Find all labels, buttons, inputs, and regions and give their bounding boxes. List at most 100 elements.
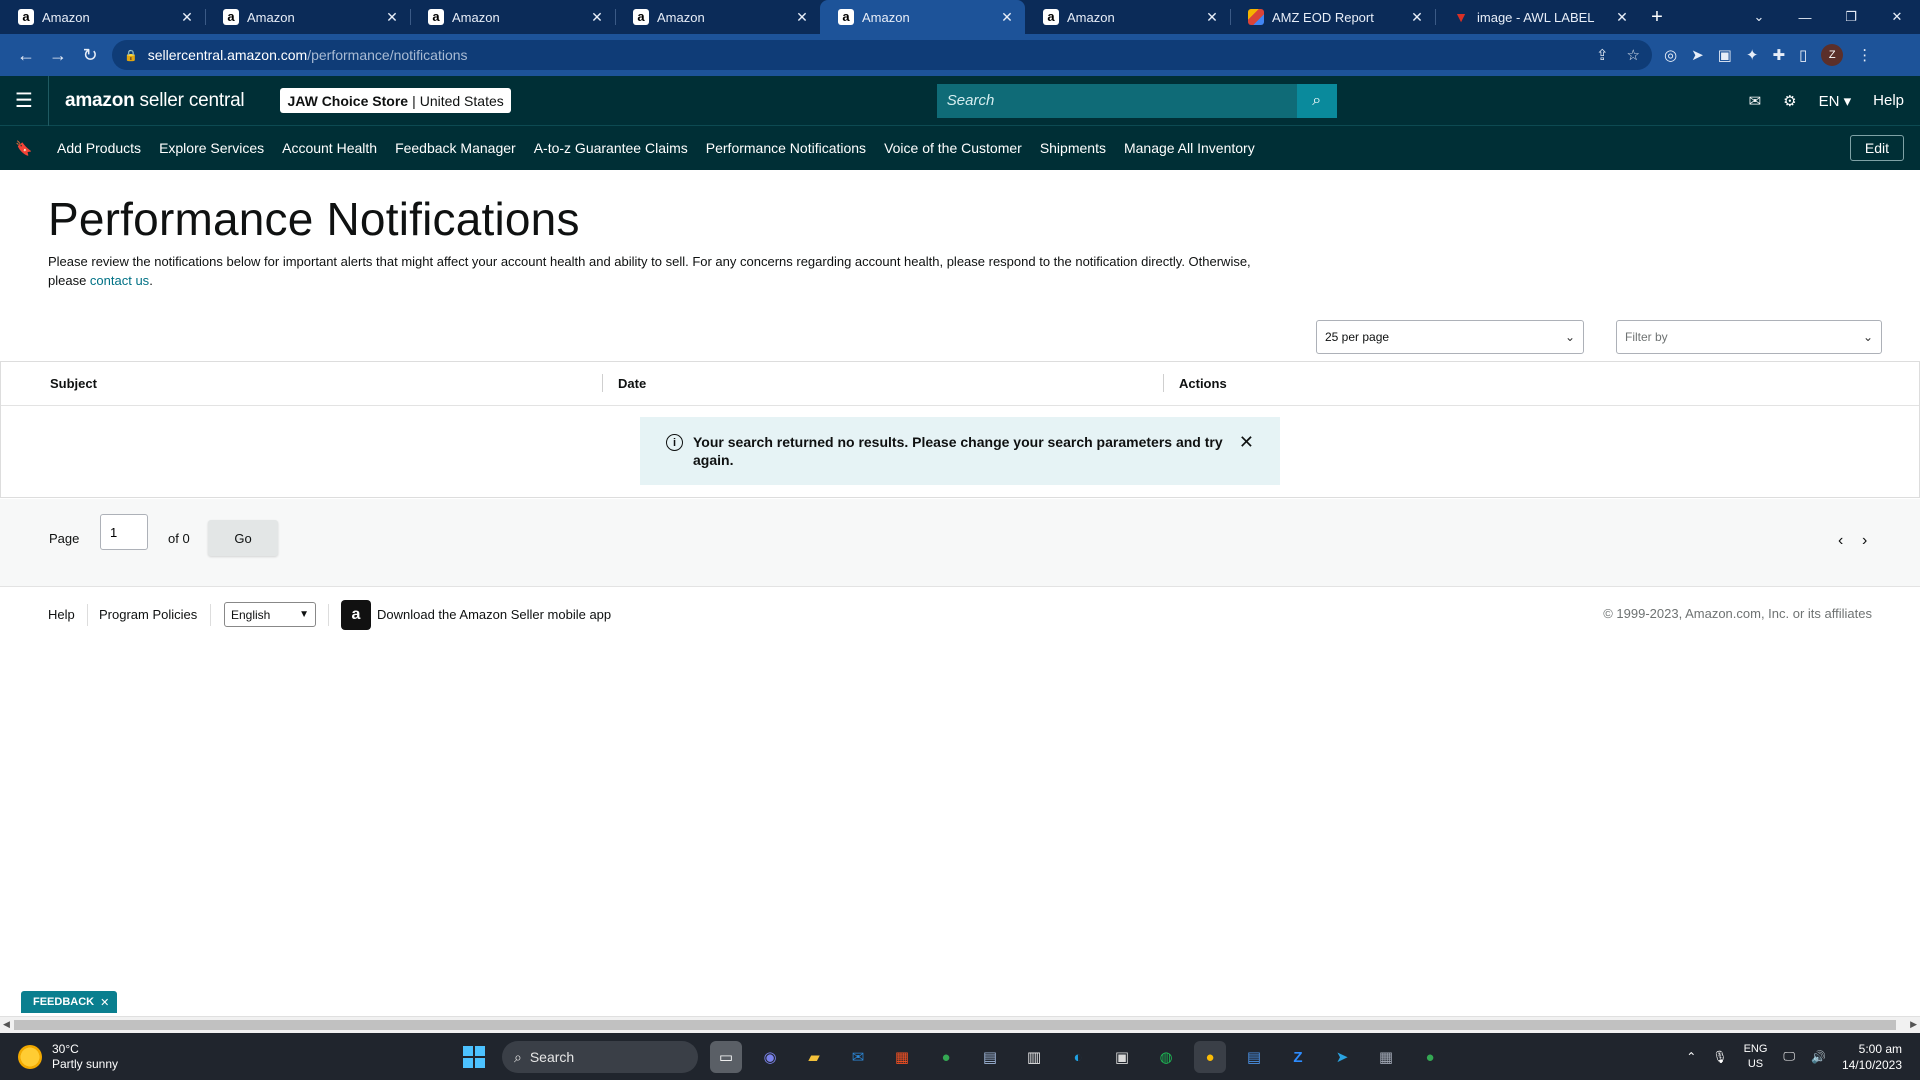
taskbar-search[interactable]: ⌕ Search — [502, 1041, 698, 1073]
nav-link-a-to-z-claims[interactable]: A-to-z Guarantee Claims — [525, 140, 697, 156]
volume-icon[interactable]: 🔊 — [1811, 1050, 1826, 1064]
extension-arrow-icon[interactable]: ➤ — [1691, 46, 1704, 64]
nav-link-manage-inventory[interactable]: Manage All Inventory — [1115, 140, 1264, 156]
restore-icon[interactable]: ❐ — [1828, 0, 1874, 34]
task-view-icon[interactable]: ▭ — [710, 1041, 742, 1073]
search-icon[interactable]: ⌕ — [1296, 83, 1337, 118]
network-icon[interactable]: 🖵 — [1783, 1049, 1795, 1064]
close-icon[interactable]: ✕ — [179, 9, 195, 26]
input-language-indicator[interactable]: ENG US — [1744, 1042, 1768, 1072]
tab-search-icon[interactable]: ⌄ — [1736, 0, 1782, 34]
chart-app-icon[interactable]: ▥ — [1018, 1041, 1050, 1073]
calculator-icon[interactable]: ▦ — [1370, 1041, 1402, 1073]
column-date[interactable]: Date — [618, 376, 646, 391]
browser-tab[interactable]: a Amazon ✕ — [1025, 0, 1230, 34]
per-page-select[interactable]: 25 per page ⌄ — [1316, 320, 1584, 354]
reload-icon[interactable]: ↻ — [74, 39, 106, 71]
telegram-icon[interactable]: ➤ — [1326, 1041, 1358, 1073]
browser-tab[interactable]: a Amazon ✕ — [615, 0, 820, 34]
zoom-icon[interactable]: Z — [1282, 1041, 1314, 1073]
spotify-icon[interactable]: ◍ — [1150, 1041, 1182, 1073]
edge-icon[interactable]: ◐ — [1062, 1041, 1094, 1073]
nav-link-add-products[interactable]: Add Products — [48, 140, 150, 156]
horizontal-scrollbar[interactable]: ◀ ▶ — [0, 1016, 1920, 1033]
weather-widget[interactable]: 30°C Partly sunny — [0, 1042, 260, 1072]
url-field[interactable]: 🔒 sellercentral.amazon.com/performance/n… — [112, 40, 1652, 70]
filter-select[interactable]: Filter by ⌄ — [1616, 320, 1882, 354]
chevron-up-icon[interactable]: ⌃ — [1686, 1050, 1696, 1064]
seller-app-icon[interactable]: a — [341, 600, 371, 630]
browser-tab-active[interactable]: a Amazon ✕ — [820, 0, 1025, 34]
close-icon[interactable]: ✕ — [589, 9, 605, 26]
help-link[interactable]: Help — [1873, 92, 1904, 109]
contact-us-link[interactable]: contact us — [90, 273, 149, 288]
mail-app-icon[interactable]: ✉ — [842, 1041, 874, 1073]
back-icon[interactable]: ← — [10, 39, 42, 71]
nav-link-account-health[interactable]: Account Health — [273, 140, 386, 156]
go-button[interactable]: Go — [208, 520, 278, 556]
close-icon[interactable]: ✕ — [1614, 9, 1630, 26]
teams-chat-icon[interactable]: ◉ — [754, 1041, 786, 1073]
chevron-right-icon[interactable]: › — [1862, 532, 1867, 550]
windows-start-icon[interactable] — [458, 1041, 490, 1073]
sidepanel-icon[interactable]: ▯ — [1799, 46, 1807, 64]
hamburger-menu-icon[interactable]: ☰ — [0, 88, 48, 113]
chevron-left-icon[interactable]: ‹ — [1838, 532, 1843, 550]
browser-tab[interactable]: a Amazon ✕ — [205, 0, 410, 34]
store-switcher[interactable]: JAW Choice Store | United States — [280, 88, 511, 113]
close-icon[interactable]: ✕ — [100, 996, 109, 1009]
browser-tab[interactable]: a Amazon ✕ — [410, 0, 615, 34]
nav-link-shipments[interactable]: Shipments — [1031, 140, 1115, 156]
footer-language-select[interactable]: English ▼ — [224, 602, 316, 627]
bookmark-star-icon[interactable]: ☆ — [1627, 46, 1640, 64]
extension-off-icon[interactable]: ▣ — [1718, 46, 1732, 64]
file-explorer-icon[interactable]: ▰ — [798, 1041, 830, 1073]
new-tab-button[interactable]: + — [1640, 0, 1674, 34]
close-icon[interactable]: ✕ — [1409, 9, 1425, 26]
mail-icon[interactable]: ✉ — [1749, 92, 1762, 110]
lock-icon[interactable]: 🔒 — [124, 49, 138, 62]
browser-tab[interactable]: a Amazon ✕ — [0, 0, 205, 34]
nav-link-feedback-manager[interactable]: Feedback Manager — [386, 140, 525, 156]
nav-link-performance-notifications[interactable]: Performance Notifications — [697, 140, 875, 156]
close-icon[interactable]: ✕ — [999, 9, 1015, 26]
minimize-icon[interactable]: — — [1782, 0, 1828, 34]
remote-desktop-icon[interactable]: ▤ — [974, 1041, 1006, 1073]
nav-link-voice-of-customer[interactable]: Voice of the Customer — [875, 140, 1031, 156]
page-number-input[interactable] — [100, 514, 148, 550]
close-alert-icon[interactable]: ✕ — [1239, 433, 1254, 451]
edit-nav-button[interactable]: Edit — [1849, 135, 1904, 161]
browser-tab[interactable]: ▼ image - AWL LABEL ✕ — [1435, 0, 1640, 34]
share-icon[interactable]: ⇪ — [1596, 46, 1609, 64]
download-app-link[interactable]: Download the Amazon Seller mobile app — [377, 607, 611, 622]
photos-app-icon[interactable]: ▣ — [1106, 1041, 1138, 1073]
extension-circle-icon[interactable]: ◎ — [1664, 46, 1677, 64]
profile-avatar[interactable]: Z — [1821, 44, 1844, 66]
kebab-menu-icon[interactable]: ⋮ — [1857, 46, 1872, 64]
microsoft-store-icon[interactable]: ▦ — [886, 1041, 918, 1073]
nav-link-explore-services[interactable]: Explore Services — [150, 140, 273, 156]
system-clock[interactable]: 5:00 am 14/10/2023 — [1842, 1041, 1902, 1073]
close-icon[interactable]: ✕ — [384, 9, 400, 26]
scrollbar-thumb[interactable] — [14, 1020, 1896, 1030]
close-window-icon[interactable]: ✕ — [1874, 0, 1920, 34]
footer-help-link[interactable]: Help — [48, 607, 75, 622]
browser-tab[interactable]: s AMZ EOD Report ✕ — [1230, 0, 1435, 34]
notepad-icon[interactable]: ▤ — [1238, 1041, 1270, 1073]
bookmark-icon[interactable]: 🔖 — [0, 140, 48, 157]
scroll-left-icon[interactable]: ◀ — [3, 1019, 10, 1030]
scroll-right-icon[interactable]: ▶ — [1910, 1019, 1917, 1030]
extension-gem-icon[interactable]: ✦ — [1746, 46, 1759, 64]
chrome-icon[interactable]: ● — [930, 1041, 962, 1073]
close-icon[interactable]: ✕ — [1204, 9, 1220, 26]
seller-central-logo[interactable]: amazon seller central — [48, 75, 280, 126]
forward-icon[interactable]: → — [42, 39, 74, 71]
close-icon[interactable]: ✕ — [794, 9, 810, 26]
language-selector[interactable]: EN ▾ — [1819, 92, 1852, 110]
column-subject[interactable]: Subject — [50, 376, 97, 391]
program-policies-link[interactable]: Program Policies — [99, 607, 197, 622]
search-input[interactable] — [936, 83, 1297, 118]
puzzle-icon[interactable]: ✚ — [1772, 46, 1785, 64]
chrome-active-icon[interactable]: ● — [1194, 1041, 1226, 1073]
chrome-profile-icon[interactable]: ● — [1414, 1041, 1446, 1073]
